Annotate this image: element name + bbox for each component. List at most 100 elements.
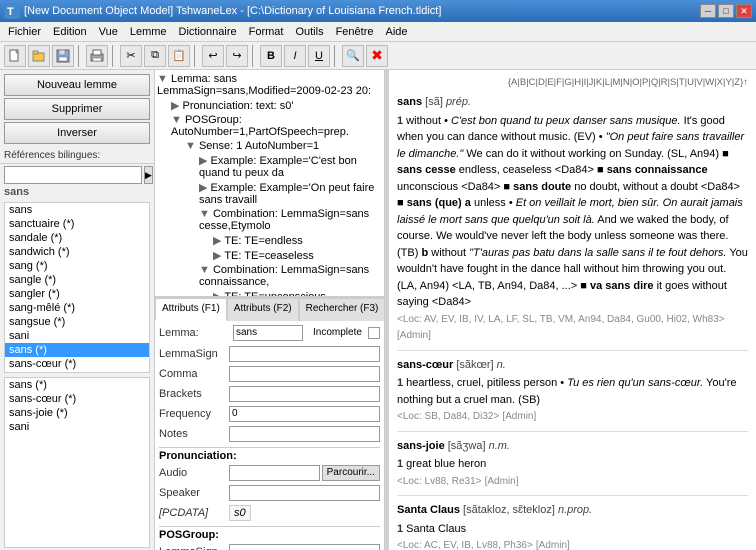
list-item[interactable]: sans-joie (*) bbox=[5, 406, 149, 420]
italic-button[interactable]: I bbox=[284, 45, 306, 67]
menu-fichier[interactable]: Fichier bbox=[2, 24, 47, 40]
tree-node[interactable]: ▼ Combination: LemmaSign=sans cesse,Etym… bbox=[157, 207, 382, 233]
browse-button[interactable]: Parcourir... bbox=[322, 465, 380, 481]
action-buttons: Nouveau lemme Supprimer Inverser bbox=[0, 70, 154, 148]
letter-navigation: {A|B|C|D|E|F|G|H|I|J|K|L|M|N|O|P|Q|R|S|T… bbox=[397, 76, 748, 90]
list-item[interactable]: sanctuaire (*) bbox=[5, 217, 149, 231]
notes-input[interactable] bbox=[229, 426, 380, 442]
list-item[interactable]: sans-cœur (*) bbox=[5, 392, 149, 406]
cut-button[interactable]: ✂ bbox=[120, 45, 142, 67]
middle-panel: ▼ Lemma: sans LemmaSign=sans,Modified=20… bbox=[155, 70, 385, 550]
list-item[interactable]: sani bbox=[5, 420, 149, 434]
lemma-incomplete-row: Lemma: Incomplete bbox=[159, 325, 380, 341]
speaker-row: Speaker bbox=[159, 484, 380, 502]
source-loc: <Loc: AV, EV, IB, IV, LA, LF, SL, TB, VM… bbox=[397, 314, 725, 325]
entry-divider bbox=[397, 350, 748, 351]
list-item[interactable]: sangsue (*) bbox=[5, 315, 149, 329]
list-item[interactable]: sans-cœur (*) bbox=[5, 357, 149, 371]
list-item[interactable]: sani bbox=[5, 329, 149, 343]
tree-node[interactable]: ▶ Example: Example='C'est bon quand tu p… bbox=[157, 153, 382, 180]
lemma-input[interactable] bbox=[233, 325, 303, 341]
list-item[interactable]: sandale (*) bbox=[5, 231, 149, 245]
lemmasign-input[interactable] bbox=[229, 346, 380, 362]
audio-row: Audio Parcourir... bbox=[159, 464, 380, 482]
tree-area[interactable]: ▼ Lemma: sans LemmaSign=sans,Modified=20… bbox=[155, 70, 384, 297]
ref-label: Références bilingues: bbox=[0, 148, 154, 164]
menu-dictionnaire[interactable]: Dictionnaire bbox=[173, 24, 243, 40]
entry-pronunciation: [sãʒwa] bbox=[448, 440, 489, 452]
close-button[interactable]: ✕ bbox=[736, 4, 752, 18]
menu-aide[interactable]: Aide bbox=[380, 24, 414, 40]
maximize-button[interactable]: □ bbox=[718, 4, 734, 18]
tree-node[interactable]: ▶ TE: TE=unconscious bbox=[157, 289, 382, 297]
tab-attributes-f2[interactable]: Attributs (F2) bbox=[227, 298, 299, 321]
open-button[interactable] bbox=[28, 45, 50, 67]
supprimer-button[interactable]: Supprimer bbox=[4, 98, 150, 120]
tree-node[interactable]: ▶ TE: TE=ceaseless bbox=[157, 248, 382, 263]
search-button[interactable]: 🔍 bbox=[342, 45, 364, 67]
tree-expand-icon: ▶ bbox=[171, 100, 179, 112]
list-item[interactable]: sandwich (*) bbox=[5, 245, 149, 259]
delete-button[interactable]: ✖ bbox=[366, 45, 388, 67]
frequency-input[interactable] bbox=[229, 406, 380, 422]
comma-row: Comma bbox=[159, 365, 380, 383]
speaker-input[interactable] bbox=[229, 485, 380, 501]
tree-node-label: TE: TE=endless bbox=[224, 235, 302, 247]
copy-button[interactable]: ⧉ bbox=[144, 45, 166, 67]
list-item[interactable]: sang (*) bbox=[5, 259, 149, 273]
tree-node[interactable]: ▶ Example: Example='On peut faire sans t… bbox=[157, 180, 382, 207]
ref-go-button[interactable]: ▶ bbox=[144, 166, 153, 184]
menu-outils[interactable]: Outils bbox=[289, 24, 329, 40]
list-item-selected[interactable]: sans (*) bbox=[5, 343, 149, 357]
tree-node[interactable]: ▼ POSGroup: AutoNumber=1,PartOfSpeech=pr… bbox=[157, 113, 382, 139]
print-button[interactable] bbox=[86, 45, 108, 67]
minimize-button[interactable]: ─ bbox=[700, 4, 716, 18]
word-list-bottom[interactable]: sans (*) sans-cœur (*) sans-joie (*) san… bbox=[4, 377, 150, 548]
posgroup-lemmasign-input[interactable] bbox=[229, 544, 380, 550]
window-controls[interactable]: ─ □ ✕ bbox=[700, 4, 752, 18]
tree-node[interactable]: ▼ Sense: 1 AutoNumber=1 bbox=[157, 139, 382, 153]
entry-headword: sans-joie bbox=[397, 440, 445, 452]
list-item[interactable]: sang-mêlé (*) bbox=[5, 301, 149, 315]
menu-fenetre[interactable]: Fenêtre bbox=[330, 24, 380, 40]
menu-vue[interactable]: Vue bbox=[93, 24, 124, 40]
save-button[interactable] bbox=[52, 45, 74, 67]
new-button[interactable] bbox=[4, 45, 26, 67]
redo-button[interactable]: ↪ bbox=[226, 45, 248, 67]
word-list-top[interactable]: sans sanctuaire (*) sandale (*) sandwich… bbox=[4, 202, 150, 373]
tree-expand-icon: ▶ bbox=[199, 182, 207, 194]
pcdata-label: [PCDATA] bbox=[159, 507, 229, 519]
speaker-label: Speaker bbox=[159, 487, 229, 499]
comma-input[interactable] bbox=[229, 366, 380, 382]
brackets-input[interactable] bbox=[229, 386, 380, 402]
list-item[interactable]: sans-joie (*) bbox=[5, 371, 149, 373]
menu-edition[interactable]: Edition bbox=[47, 24, 93, 40]
list-item[interactable]: sangle (*) bbox=[5, 273, 149, 287]
ref-input-row: ▶ bbox=[0, 164, 154, 186]
tree-node[interactable]: ▶ Pronunciation: text: s0' bbox=[157, 98, 382, 113]
bold-button[interactable]: B bbox=[260, 45, 282, 67]
current-word-label: sans bbox=[0, 186, 154, 200]
underline-button[interactable]: U bbox=[308, 45, 330, 67]
menu-lemme[interactable]: Lemme bbox=[124, 24, 173, 40]
ref-input[interactable] bbox=[4, 166, 142, 184]
audio-input[interactable] bbox=[229, 465, 320, 481]
entry-pos: prép. bbox=[446, 96, 471, 108]
tree-node[interactable]: ▼ Combination: LemmaSign=sans connaissan… bbox=[157, 263, 382, 289]
incomplete-checkbox[interactable] bbox=[368, 327, 380, 339]
inverser-button[interactable]: Inverser bbox=[4, 122, 150, 144]
lemma-attr-label: Lemma: bbox=[159, 327, 229, 339]
list-item[interactable]: sangler (*) bbox=[5, 287, 149, 301]
menu-format[interactable]: Format bbox=[243, 24, 290, 40]
paste-button[interactable]: 📋 bbox=[168, 45, 190, 67]
tab-search-f3[interactable]: Rechercher (F3) bbox=[299, 298, 386, 321]
list-item[interactable]: sans bbox=[5, 203, 149, 217]
tree-node[interactable]: ▶ TE: TE=endless bbox=[157, 233, 382, 248]
tab-attributes-f1[interactable]: Attributs (F1) bbox=[155, 298, 227, 321]
entry-headword: sans bbox=[397, 96, 422, 108]
main-content: Nouveau lemme Supprimer Inverser Référen… bbox=[0, 70, 756, 550]
undo-button[interactable]: ↩ bbox=[202, 45, 224, 67]
new-lemme-button[interactable]: Nouveau lemme bbox=[4, 74, 150, 96]
tree-node[interactable]: ▼ Lemma: sans LemmaSign=sans,Modified=20… bbox=[157, 72, 382, 98]
list-item[interactable]: sans (*) bbox=[5, 378, 149, 392]
